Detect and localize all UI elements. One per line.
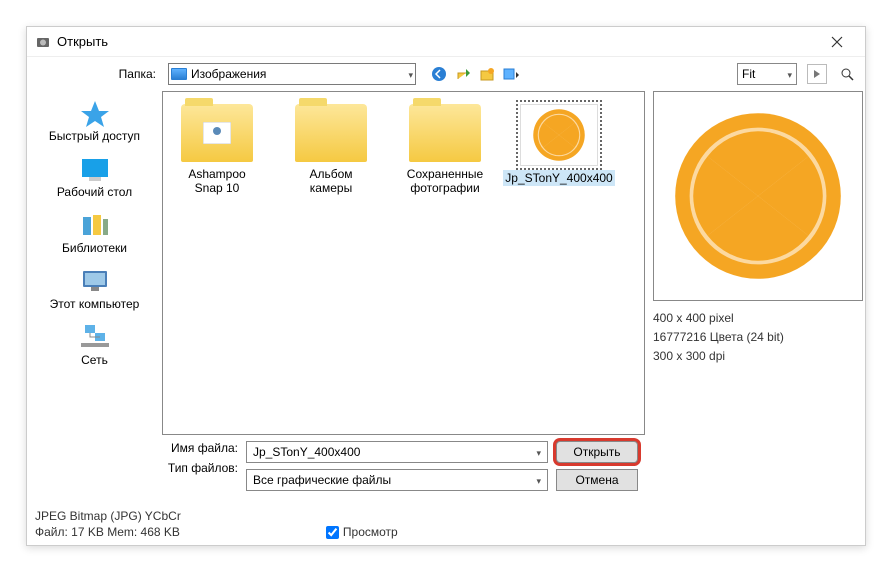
view-icon[interactable] [502,65,520,83]
chevron-down-icon [787,67,792,81]
folder-item[interactable]: Сохраненные фотографии [399,104,491,422]
status-size: Файл: 17 KB Mem: 468 KB [35,525,180,539]
network-icon [79,323,111,351]
desktop-icon [79,155,111,183]
preview-dpi: 300 x 300 dpi [653,347,861,366]
close-icon [831,36,843,48]
file-name: Сохраненные фотографии [399,166,491,197]
open-dialog: Открыть Папка: Изображения Fit Быст [26,26,866,546]
play-icon [813,70,821,78]
preview-colors: 16777216 Цвета (24 bit) [653,328,861,347]
nav-icons [430,65,520,83]
places-sidebar: Быстрый доступ Рабочий стол Библиотеки Э… [27,91,162,435]
thumbnail [520,104,598,166]
file-name: Jp_STonY_400x400 [503,170,614,186]
status-format: JPEG Bitmap (JPG) YCbCr [35,509,857,523]
sidebar-item-label: Быстрый доступ [49,129,140,143]
chevron-down-icon [536,445,541,459]
app-icon [35,34,51,50]
file-name: Ashampoo Snap 10 [171,166,263,197]
new-folder-icon[interactable] [478,65,496,83]
folder-item[interactable]: Альбом камеры [285,104,377,422]
chevron-down-icon [408,67,413,81]
folder-combo[interactable]: Изображения [168,63,416,85]
sidebar-item-network[interactable]: Сеть [27,323,162,367]
filetype-combo[interactable]: Все графические файлы [246,469,548,491]
close-button[interactable] [817,28,857,56]
up-icon[interactable] [454,65,472,83]
preview-image [653,91,863,301]
preview-checkbox[interactable]: Просмотр [326,525,398,539]
preview-checkbox-input[interactable] [326,526,339,539]
file-list[interactable]: Ashampoo Snap 10 Альбом камеры Сохраненн… [162,91,645,435]
filename-label: Имя файла: [27,441,238,455]
chevron-down-icon [536,473,541,487]
filetype-value: Все графические файлы [253,473,391,487]
magnifier-icon [840,67,854,81]
filename-combo[interactable]: Jp_STonY_400x400 [246,441,548,463]
folder-icon [409,104,481,162]
body-row: Быстрый доступ Рабочий стол Библиотеки Э… [27,91,865,435]
computer-icon [79,267,111,295]
drive-icon [171,68,187,80]
back-icon[interactable] [430,65,448,83]
sidebar-item-quickaccess[interactable]: Быстрый доступ [27,99,162,143]
zoom-button[interactable] [837,64,857,84]
fit-value: Fit [742,67,755,81]
folder-label: Папка: [27,67,162,81]
sidebar-item-desktop[interactable]: Рабочий стол [27,155,162,199]
statusbar: JPEG Bitmap (JPG) YCbCr Файл: 17 KB Mem:… [35,509,857,539]
folder-value: Изображения [191,67,266,81]
sidebar-item-label: Библиотеки [62,241,127,255]
libraries-icon [79,211,111,239]
filetype-label: Тип файлов: [27,461,238,475]
topbar: Папка: Изображения Fit [27,57,865,91]
sidebar-item-label: Сеть [81,353,108,367]
cancel-button[interactable]: Отмена [556,469,638,491]
file-item-selected[interactable]: Jp_STonY_400x400 [513,104,605,422]
preview-dimensions: 400 x 400 pixel [653,309,861,328]
sidebar-item-libraries[interactable]: Библиотеки [27,211,162,255]
folder-item[interactable]: Ashampoo Snap 10 [171,104,263,422]
star-icon [79,99,111,127]
orange-icon [668,106,848,286]
open-button[interactable]: Открыть [556,441,638,463]
titlebar: Открыть [27,27,865,57]
filename-value: Jp_STonY_400x400 [253,445,360,459]
sidebar-item-label: Этот компьютер [50,297,140,311]
play-button[interactable] [807,64,827,84]
folder-icon [295,104,367,162]
orange-icon [531,107,587,163]
file-name: Альбом камеры [285,166,377,197]
sidebar-item-label: Рабочий стол [57,185,132,199]
preview-meta: 400 x 400 pixel 16777216 Цвета (24 bit) … [653,309,861,367]
preview-checkbox-label: Просмотр [343,525,398,539]
folder-icon [181,104,253,162]
sidebar-item-computer[interactable]: Этот компьютер [27,267,162,311]
bottom-row: Имя файла: Тип файлов: Jp_STonY_400x400 … [27,435,865,491]
dialog-title: Открыть [57,34,817,49]
preview-panel: 400 x 400 pixel 16777216 Цвета (24 bit) … [645,91,865,435]
fit-combo[interactable]: Fit [737,63,797,85]
